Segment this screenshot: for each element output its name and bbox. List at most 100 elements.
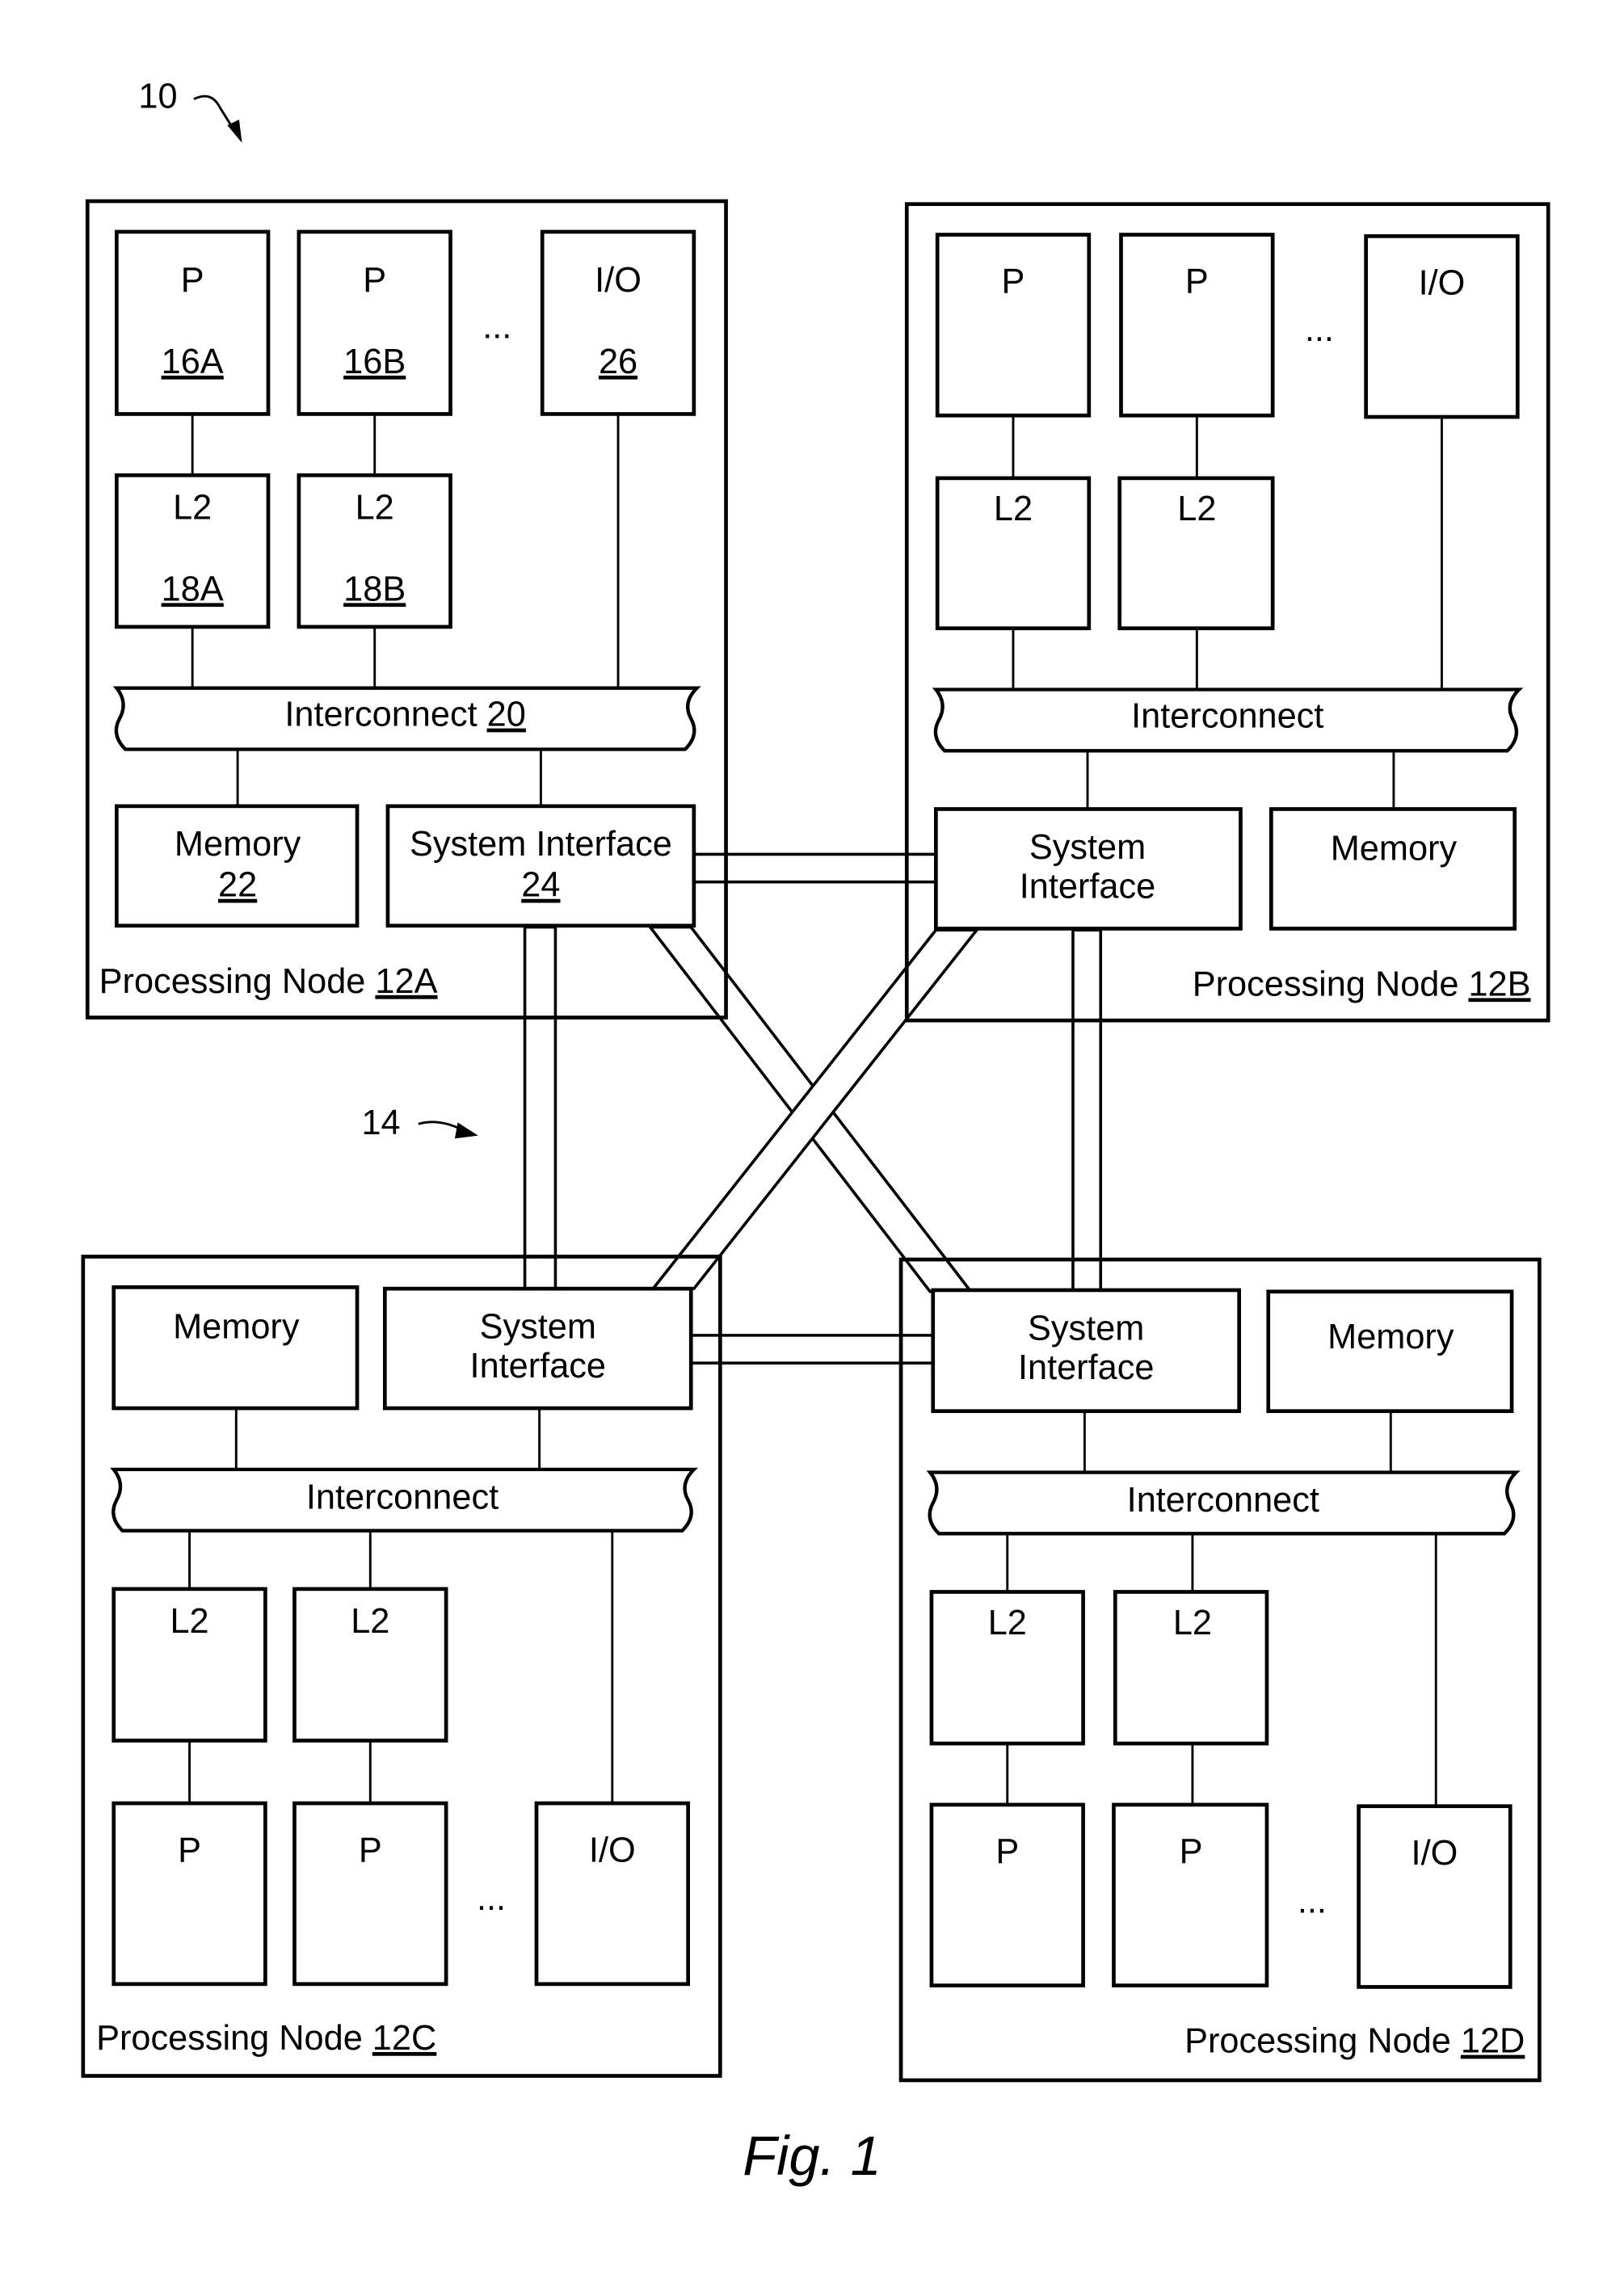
l2-label: L2 <box>988 1604 1027 1642</box>
processor-ref: 16A <box>162 343 224 381</box>
node-label-ref: 12A <box>375 962 437 1001</box>
memory-label: Memory <box>1327 1318 1454 1356</box>
processor-label: P <box>1185 263 1209 301</box>
system-diagram: 10 14 P 16A P 16B ... I/O 26 L2 18A L2 1… <box>81 78 1550 2187</box>
node-label-ref: 12D <box>1461 2022 1525 2061</box>
l2-cache-18a[interactable]: L2 18A <box>114 473 271 629</box>
memory-c[interactable]: Memory <box>111 1285 360 1411</box>
l2-cache-c1[interactable]: L2 <box>111 1587 267 1743</box>
l2-label: L2 <box>173 488 212 527</box>
io-d[interactable]: I/O <box>1357 1804 1513 1989</box>
processing-node-12b: P P ... I/O L2 L2 Interconnect System In… <box>904 202 1550 1023</box>
memory-b[interactable]: Memory <box>1269 807 1517 931</box>
system-interface-label: System <box>1029 828 1146 867</box>
l2-label: L2 <box>170 1602 208 1641</box>
memory-label: Memory <box>173 1307 300 1346</box>
l2-cache-d1[interactable]: L2 <box>929 1590 1085 1746</box>
ellipsis: ... <box>482 308 511 347</box>
node-label-text: Processing Node <box>1184 2022 1461 2061</box>
l2-label: L2 <box>356 488 394 527</box>
figure-caption: Fig. 1 <box>743 2125 881 2187</box>
io-26[interactable]: I/O 26 <box>540 229 696 416</box>
ellipsis: ... <box>477 1879 506 1918</box>
system-interface-label: System <box>480 1307 596 1346</box>
processor-label: P <box>995 1832 1019 1871</box>
network-ref-arrow-icon <box>418 1121 463 1131</box>
memory-label: Memory <box>175 825 301 864</box>
interconnect-label: Interconnect <box>284 696 486 734</box>
system-interface-ref: 24 <box>521 866 560 905</box>
processor-label: P <box>1180 1832 1203 1871</box>
network-links <box>523 852 1103 1365</box>
processor-c2[interactable]: P <box>292 1801 448 1987</box>
processor-c1[interactable]: P <box>111 1801 267 1987</box>
network-reference: 14 <box>361 1104 478 1142</box>
link-c-d <box>689 1334 935 1365</box>
system-interface-label: System <box>1028 1309 1144 1348</box>
processor-label: P <box>359 1831 382 1869</box>
processor-b1[interactable]: P <box>935 233 1092 418</box>
network-ref-label: 14 <box>361 1104 400 1142</box>
interconnect-label: Interconnect <box>1131 696 1323 735</box>
l2-cache-d2[interactable]: L2 <box>1113 1590 1269 1746</box>
link-b-d <box>1071 928 1103 1293</box>
system-interface-label: Interface <box>1020 868 1155 906</box>
system-interface-24[interactable]: System Interface 24 <box>385 804 696 928</box>
interconnect-d[interactable]: Interconnect <box>926 1470 1521 1536</box>
svg-text:Interconnect 20: Interconnect 20 <box>284 696 525 734</box>
l2-cache-b2[interactable]: L2 <box>1117 476 1275 631</box>
processor-b2[interactable]: P <box>1119 233 1275 418</box>
l2-label: L2 <box>351 1602 389 1641</box>
processor-d1[interactable]: P <box>929 1802 1085 1987</box>
system-ref-label: 10 <box>138 78 177 116</box>
io-ref: 26 <box>599 343 637 381</box>
processor-16a[interactable]: P 16A <box>114 229 271 416</box>
system-interface-c[interactable]: System Interface <box>382 1286 693 1411</box>
system-interface-d[interactable]: System Interface <box>931 1288 1242 1414</box>
system-reference: 10 <box>138 78 242 143</box>
io-b[interactable]: I/O <box>1364 233 1520 419</box>
node-label-text: Processing Node <box>96 2019 372 2058</box>
memory-22[interactable]: Memory 22 <box>114 804 360 928</box>
io-label: I/O <box>589 1831 636 1869</box>
l2-cache-18b[interactable]: L2 18B <box>297 473 452 629</box>
l2-ref: 18B <box>343 570 406 608</box>
processor-16b[interactable]: P 16B <box>297 229 452 416</box>
node-label-ref: 12B <box>1468 965 1530 1003</box>
io-c[interactable]: I/O <box>534 1801 690 1987</box>
interconnect-20[interactable]: Interconnect 20 <box>112 686 701 751</box>
processing-node-12c: Memory System Interface Interconnect L2 … <box>81 1255 722 2078</box>
interconnect-label: Interconnect <box>306 1478 499 1517</box>
processor-label: P <box>181 261 204 300</box>
io-label: I/O <box>1419 263 1466 302</box>
interconnect-b[interactable]: Interconnect <box>932 688 1524 753</box>
node-b-label: Processing Node 12B <box>1193 965 1531 1003</box>
node-c-label: Processing Node 12C <box>96 2019 436 2058</box>
io-label: I/O <box>1412 1834 1458 1873</box>
l2-cache-c2[interactable]: L2 <box>292 1587 448 1743</box>
l2-ref: 18A <box>162 570 224 608</box>
l2-label: L2 <box>994 490 1033 528</box>
processor-ref: 16B <box>343 343 406 381</box>
interconnect-ref: 20 <box>487 696 526 734</box>
memory-d[interactable]: Memory <box>1266 1289 1514 1414</box>
node-a-label: Processing Node 12A <box>99 962 438 1001</box>
node-label-text: Processing Node <box>1193 965 1469 1003</box>
node-label-ref: 12C <box>372 2019 436 2058</box>
memory-ref: 22 <box>218 866 257 905</box>
l2-cache-b1[interactable]: L2 <box>935 476 1092 631</box>
processor-label: P <box>363 261 386 300</box>
network-ref-arrowhead-icon <box>454 1122 478 1139</box>
processor-d2[interactable]: P <box>1112 1802 1269 1987</box>
processing-node-12d: System Interface Memory Interconnect L2 … <box>898 1257 1542 2083</box>
l2-label: L2 <box>1173 1604 1212 1642</box>
link-a-b <box>692 852 938 884</box>
processor-label: P <box>1002 263 1025 301</box>
system-interface-b[interactable]: System Interface <box>934 807 1243 931</box>
memory-label: Memory <box>1331 830 1458 868</box>
interconnect-label: Interconnect <box>1127 1481 1319 1520</box>
ellipsis: ... <box>1305 310 1334 349</box>
system-interface-label: Interface <box>1018 1348 1154 1387</box>
io-label: I/O <box>595 261 642 300</box>
interconnect-c[interactable]: Interconnect <box>110 1467 699 1533</box>
